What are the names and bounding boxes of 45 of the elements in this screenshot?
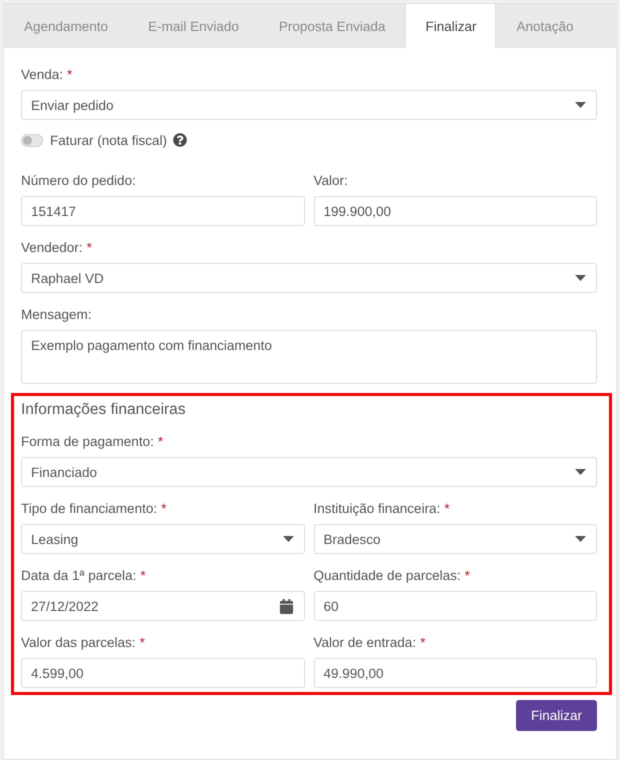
caret-down-icon bbox=[575, 275, 586, 281]
field-label: Valor das parcelas: bbox=[21, 634, 136, 650]
dropdown[interactable]: Enviar pedido bbox=[21, 90, 597, 120]
section-heading: Informações financeiras bbox=[21, 400, 187, 420]
required-asterisk: * bbox=[140, 634, 145, 650]
field-label: Vendedor: bbox=[21, 240, 83, 254]
field-label: Mensagem: bbox=[21, 306, 92, 322]
input-field[interactable]: 60 bbox=[314, 591, 597, 621]
field-label: Valor: bbox=[314, 172, 348, 188]
field-label: Forma de pagamento: bbox=[21, 434, 154, 448]
date-field[interactable]: 27/12/2022 bbox=[21, 591, 304, 621]
message-field[interactable]: Exemplo pagamento com financiamento bbox=[21, 330, 597, 384]
required-asterisk: * bbox=[464, 568, 470, 582]
submit-button[interactable]: Finalizar bbox=[516, 700, 597, 731]
field-label: Tipo de financiamento: bbox=[21, 500, 158, 516]
required-asterisk: * bbox=[86, 240, 92, 254]
required-asterisk: * bbox=[67, 66, 72, 82]
field-label: Valor de entrada: bbox=[314, 634, 416, 650]
input-field[interactable]: 49.990,00 bbox=[314, 658, 597, 688]
toggle-label: Faturar (nota fiscal) bbox=[50, 132, 168, 148]
dropdown[interactable]: Bradesco bbox=[314, 524, 597, 554]
caret-down-icon bbox=[575, 536, 586, 542]
field-label: Venda: bbox=[21, 66, 64, 82]
dropdown[interactable]: Raphael VD bbox=[21, 263, 597, 293]
field-label: Número do pedido: bbox=[21, 172, 136, 188]
input-field[interactable]: 4.599,00 bbox=[21, 658, 304, 688]
caret-down-icon bbox=[575, 102, 586, 108]
caret-down-icon bbox=[282, 536, 294, 542]
input-field[interactable]: 199.900,00 bbox=[314, 196, 597, 226]
dropdown[interactable]: Financiado bbox=[21, 457, 597, 487]
input-field[interactable]: 151417 bbox=[21, 196, 304, 226]
required-asterisk: * bbox=[140, 568, 146, 582]
dropdown[interactable]: Leasing bbox=[21, 524, 304, 554]
caret-down-icon bbox=[575, 469, 586, 475]
tab[interactable]: Finalizar bbox=[405, 4, 496, 48]
required-asterisk: * bbox=[420, 634, 426, 650]
help-icon[interactable] bbox=[173, 133, 188, 147]
toggle-switch[interactable] bbox=[21, 134, 43, 146]
required-asterisk: * bbox=[158, 434, 164, 448]
field-label: Data da 1ª parcela: bbox=[21, 568, 136, 582]
required-asterisk: * bbox=[444, 500, 450, 516]
required-asterisk: * bbox=[161, 500, 166, 516]
field-label: Quantidade de parcelas: bbox=[314, 568, 461, 582]
field-label: Instituição financeira: bbox=[314, 500, 440, 516]
calendar-icon[interactable] bbox=[278, 598, 294, 614]
